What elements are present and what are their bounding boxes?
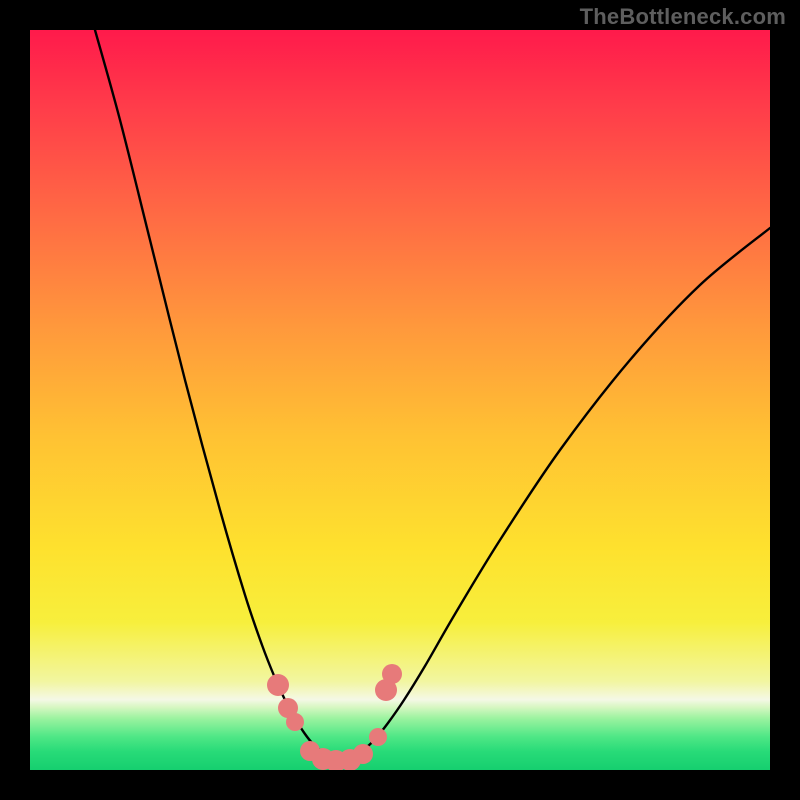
chart-frame: TheBottleneck.com <box>0 0 800 800</box>
trough-marker <box>353 744 373 764</box>
left-curve <box>95 30 342 760</box>
trough-markers <box>267 664 402 770</box>
trough-marker <box>267 674 289 696</box>
plot-area <box>30 30 770 770</box>
right-curve <box>342 228 770 760</box>
trough-marker <box>286 713 304 731</box>
trough-marker <box>382 664 402 684</box>
curve-layer <box>30 30 770 770</box>
trough-marker <box>369 728 387 746</box>
watermark-text: TheBottleneck.com <box>580 4 786 30</box>
